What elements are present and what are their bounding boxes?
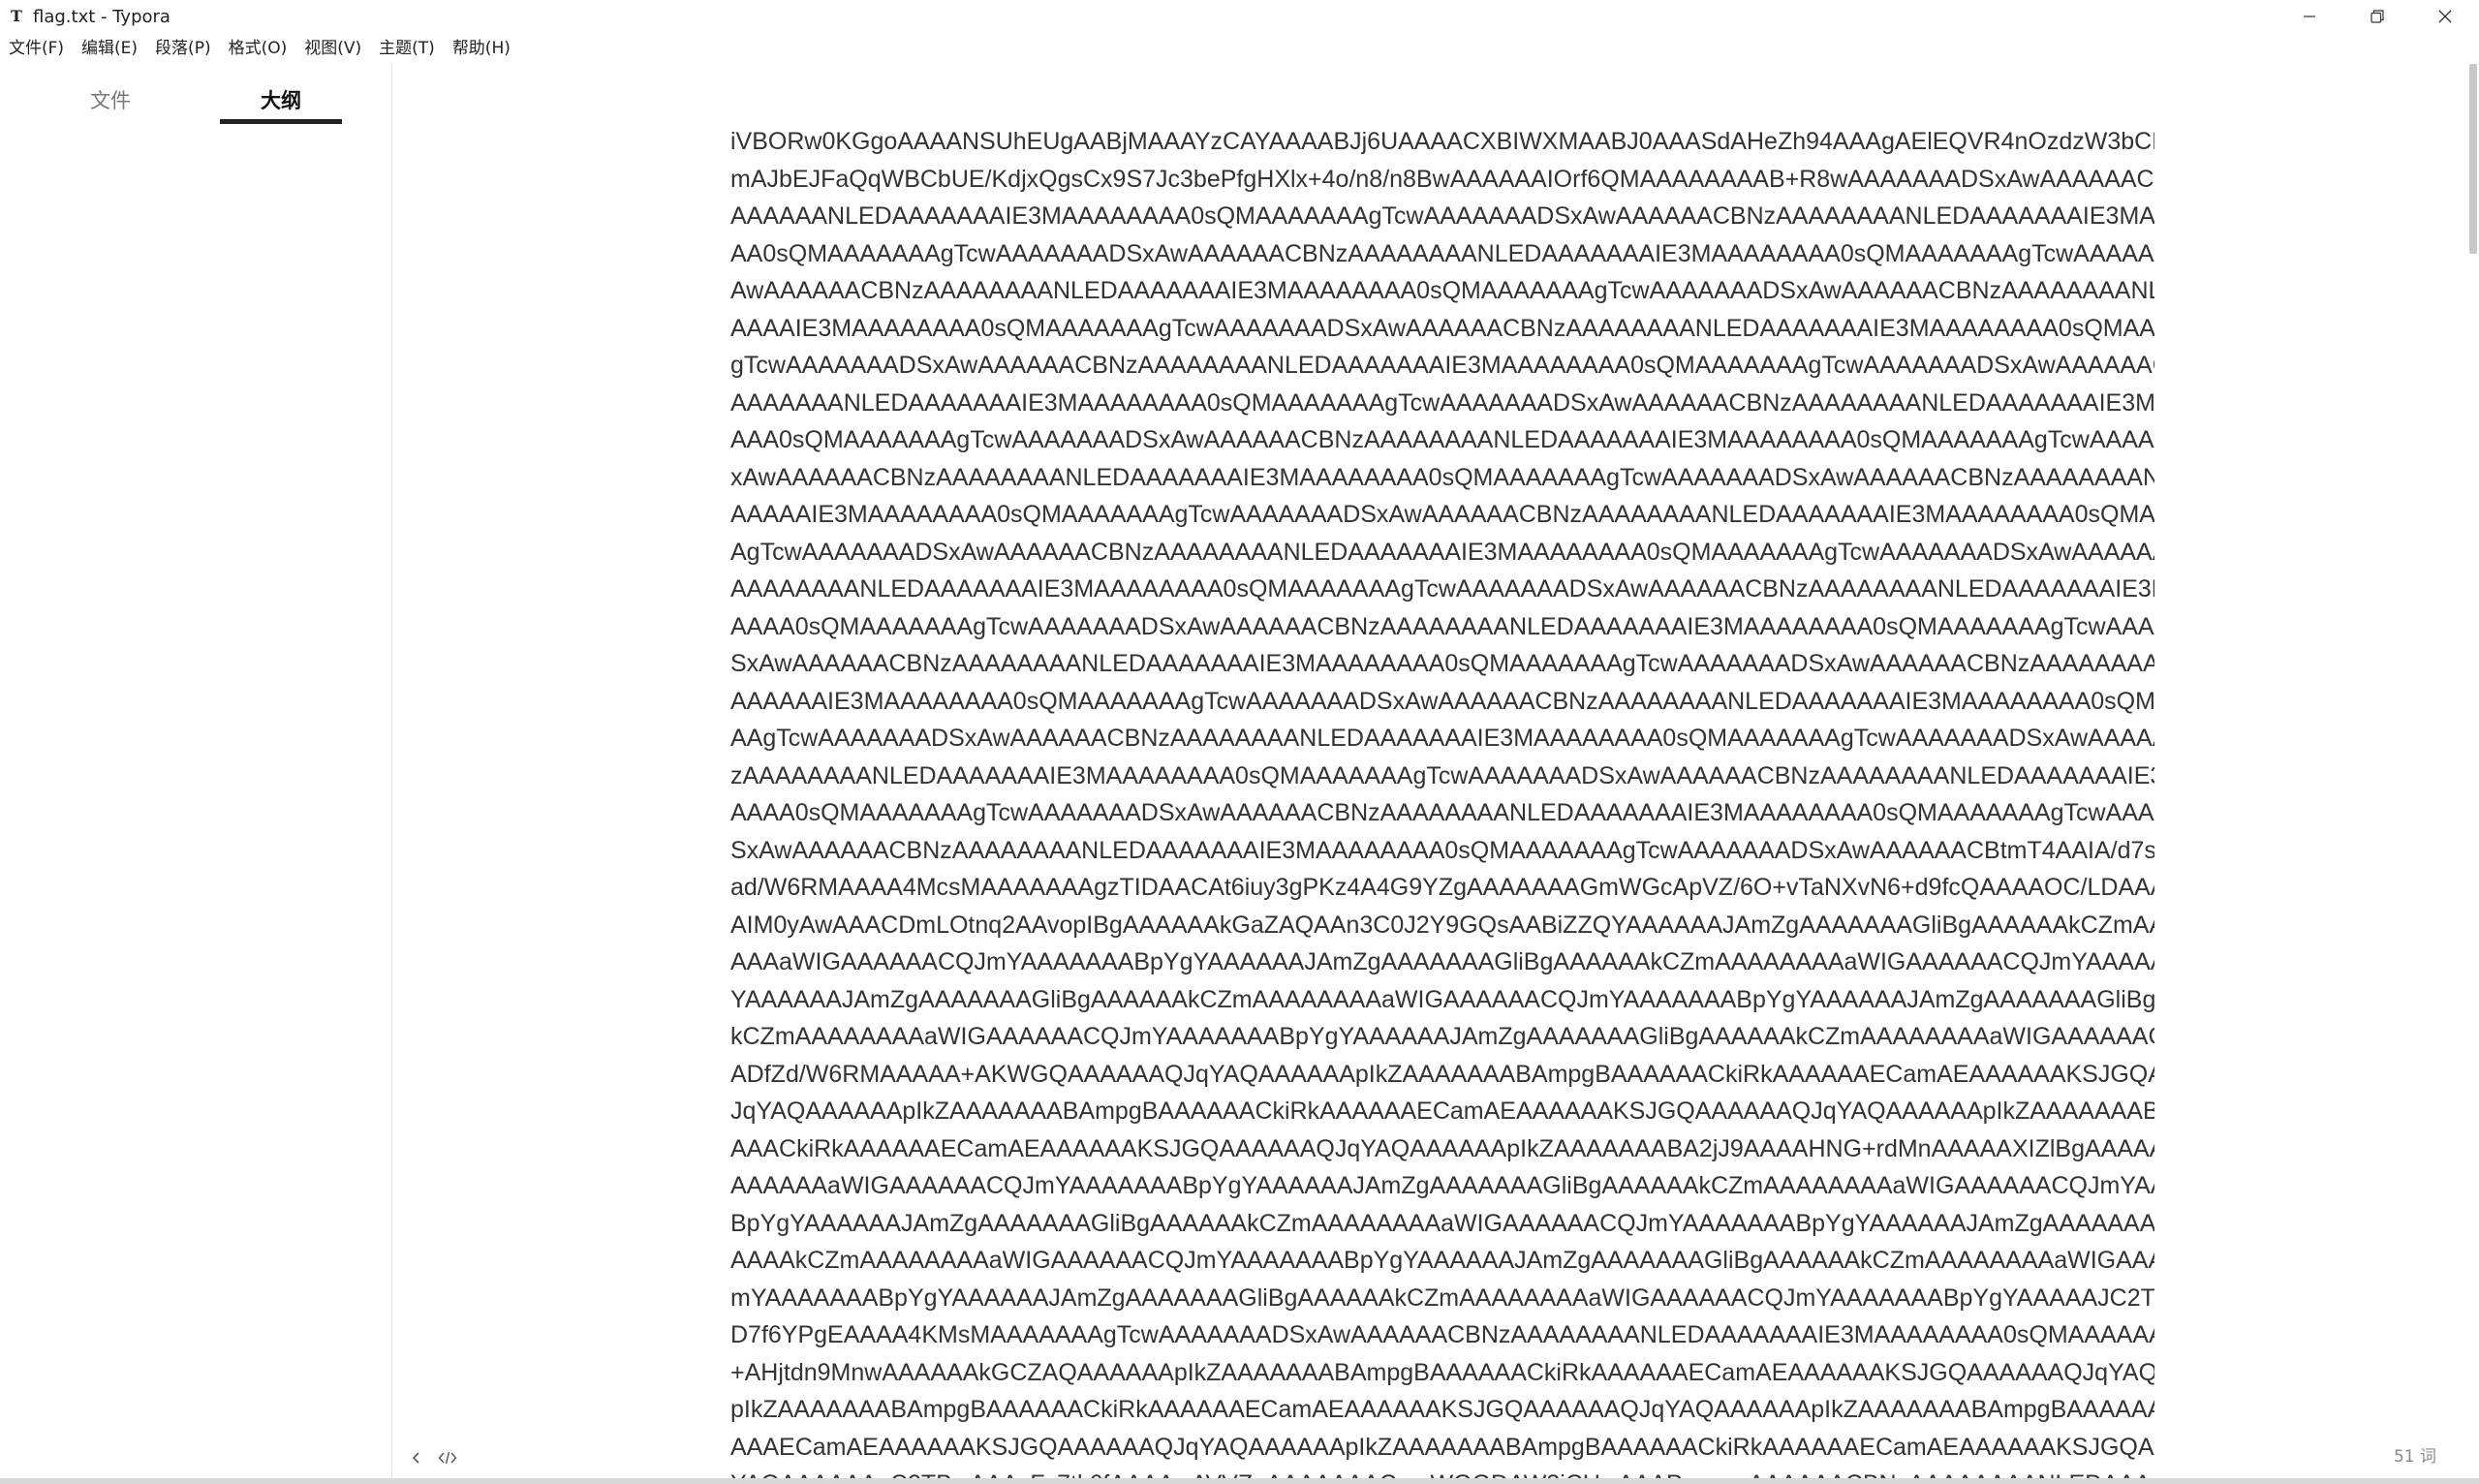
menu-view[interactable]: 视图(V) bbox=[299, 33, 367, 64]
document-line: AAAA0sQMAAAAAAAgTcwAAAAAAADSxAwAAAAAACBN… bbox=[730, 612, 2154, 640]
document-content[interactable]: iVBORw0KGgoAAAANSUhEUgAABjMAAAYzCAYAAAAB… bbox=[730, 123, 2154, 1484]
editor-scrollbar[interactable] bbox=[2465, 64, 2479, 1484]
document-line: BpYgYAAAAAAJAmZgAAAAAAAGliBgAAAAAAkCZmAA… bbox=[730, 1209, 2154, 1237]
document-line: AAgTcwAAAAAAADSxAwAAAAAACBNzAAAAAAAANLED… bbox=[730, 725, 2154, 752]
tab-files[interactable]: 文件 bbox=[49, 81, 171, 124]
close-icon bbox=[2438, 10, 2452, 23]
document-line: ad/W6RMAAAA4McsMAAAAAAAgzTIDAACAt6iuy3gP… bbox=[730, 874, 2154, 901]
document-line: D7f6YPgEAAAA4KMsMAAAAAAAgTcwAAAAAAADSxAw… bbox=[730, 1321, 2154, 1348]
tab-outline[interactable]: 大纲 bbox=[220, 81, 342, 124]
restore-button[interactable] bbox=[2343, 0, 2411, 33]
window-title: flag.txt - Typora bbox=[33, 6, 170, 27]
document-line: ADfZd/W6RMAAAAA+AKWGQAAAAAAQJqYAQAAAAAAp… bbox=[730, 1060, 2154, 1088]
status-bar: 51 词 bbox=[392, 1436, 2465, 1478]
chevron-left-icon bbox=[412, 1452, 419, 1464]
code-icon bbox=[438, 1451, 457, 1465]
menu-format[interactable]: 格式(O) bbox=[224, 33, 294, 64]
document-line: AAACkiRkAAAAAAECamAEAAAAAAKSJGQAAAAAAQJq… bbox=[730, 1134, 2154, 1162]
menu-file[interactable]: 文件(F) bbox=[4, 33, 70, 64]
document-line: AAAAAANLEDAAAAAAAIE3MAAAAAAAA0sQMAAAAAAA… bbox=[730, 202, 2154, 230]
title-bar: T flag.txt - Typora bbox=[0, 0, 2479, 33]
document-line: AAAAAAANLEDAAAAAAAIE3MAAAAAAAA0sQMAAAAAA… bbox=[730, 388, 2154, 417]
document-line: zAAAAAAAANLEDAAAAAAAIE3MAAAAAAAA0sQMAAAA… bbox=[730, 761, 2154, 789]
window-controls bbox=[2276, 0, 2479, 33]
document-line: iVBORw0KGgoAAAANSUhEUgAABjMAAAYzCAYAAAAB… bbox=[730, 128, 2154, 155]
document-line: xAwAAAAAACBNzAAAAAAAANLEDAAAAAAAIE3MAAAA… bbox=[730, 463, 2154, 491]
typora-window: T flag.txt - Typora 文件(F) 编辑(E) 段落(P) 格式… bbox=[0, 0, 2479, 1484]
document-line: AIM0yAwAAACDmLOtnq2AAvopIBgAAAAAAkGaZAQA… bbox=[730, 911, 2154, 939]
document-line: AAAAIE3MAAAAAAAA0sQMAAAAAAAgTcwAAAAAAADS… bbox=[730, 314, 2154, 342]
document-line: AAA0sQMAAAAAAAgTcwAAAAAAADSxAwAAAAAACBNz… bbox=[730, 426, 2154, 453]
document-line: gTcwAAAAAAADSxAwAAAAAACBNzAAAAAAAANLEDAA… bbox=[730, 352, 2154, 379]
menu-edit[interactable]: 编辑(E) bbox=[77, 33, 143, 64]
minimize-icon bbox=[2304, 15, 2315, 17]
toggle-sidebar-button[interactable] bbox=[402, 1443, 431, 1472]
menu-paragraph[interactable]: 段落(P) bbox=[150, 33, 217, 64]
close-button[interactable] bbox=[2411, 0, 2479, 33]
scrollbar-thumb[interactable] bbox=[2469, 64, 2477, 254]
restore-icon bbox=[2371, 10, 2384, 23]
document-line: pIkZAAAAAAABAmpgBAAAAAACkiRkAAAAAAECamAE… bbox=[730, 1396, 2154, 1423]
tab-outline-label: 大纲 bbox=[261, 89, 301, 112]
document-line: AAAAAAIE3MAAAAAAAA0sQMAAAAAAAgTcwAAAAAAA… bbox=[730, 687, 2154, 715]
document-line: AAAaWIGAAAAAACQJmYAAAAAAABpYgYAAAAAAJAmZ… bbox=[730, 948, 2154, 975]
menu-bar: 文件(F) 编辑(E) 段落(P) 格式(O) 视图(V) 主题(T) 帮助(H… bbox=[0, 33, 523, 64]
document-line: mYAAAAAAABpYgYAAAAAAJAmZgAAAAAAAGliBgAAA… bbox=[730, 1283, 2154, 1312]
document-line: +AHjtdn9MnwAAAAAAkGCZAQAAAAAApIkZAAAAAAA… bbox=[730, 1358, 2154, 1386]
menu-help[interactable]: 帮助(H) bbox=[448, 33, 516, 64]
sidebar-tabs: 文件 大纲 bbox=[0, 81, 391, 128]
document-line: JqYAQAAAAAApIkZAAAAAAABAmpgBAAAAAACkiRkA… bbox=[730, 1098, 2154, 1125]
sidebar: 文件 大纲 bbox=[0, 64, 392, 1484]
document-line: AAAA0sQMAAAAAAAgTcwAAAAAAADSxAwAAAAAACBN… bbox=[730, 799, 2154, 826]
document-line: AgTcwAAAAAAADSxAwAAAAAACBNzAAAAAAAANLEDA… bbox=[730, 538, 2154, 566]
document-line: AwAAAAAACBNzAAAAAAAANLEDAAAAAAAIE3MAAAAA… bbox=[730, 277, 2154, 304]
source-code-mode-button[interactable] bbox=[433, 1443, 462, 1472]
editor-area[interactable]: iVBORw0KGgoAAAANSUhEUgAABjMAAAYzCAYAAAAB… bbox=[392, 64, 2465, 1484]
minimize-button[interactable] bbox=[2276, 0, 2343, 33]
active-tab-indicator bbox=[220, 119, 342, 124]
word-count[interactable]: 51 词 bbox=[2394, 1445, 2436, 1469]
tab-files-label: 文件 bbox=[90, 89, 131, 112]
document-line: AAAAAAaWIGAAAAAACQJmYAAAAAAABpYgYAAAAAAJ… bbox=[730, 1172, 2154, 1199]
document-line: AAAAAIE3MAAAAAAAA0sQMAAAAAAAgTcwAAAAAAAD… bbox=[730, 501, 2154, 528]
menu-theme[interactable]: 主题(T) bbox=[374, 33, 441, 64]
document-line: YAAAAAAJAmZgAAAAAAAGliBgAAAAAAkCZmAAAAAA… bbox=[730, 985, 2154, 1013]
document-line: kCZmAAAAAAAAaWIGAAAAAACQJmYAAAAAAABpYgYA… bbox=[730, 1023, 2154, 1050]
window-bottom-border bbox=[0, 1478, 2479, 1484]
document-line: AAAAkCZmAAAAAAAAaWIGAAAAAACQJmYAAAAAAABp… bbox=[730, 1247, 2154, 1274]
typora-app-icon: T bbox=[11, 7, 22, 25]
document-line: AAAAAAAANLEDAAAAAAAIE3MAAAAAAAA0sQMAAAAA… bbox=[730, 575, 2154, 603]
document-line: AA0sQMAAAAAAAgTcwAAAAAAADSxAwAAAAAACBNzA… bbox=[730, 239, 2154, 267]
document-line: mAJbEJFaQqWBCbUE/KdjxQgsCx9S7Jc3bePfgHXl… bbox=[730, 165, 2154, 193]
document-line: SxAwAAAAAACBNzAAAAAAAANLEDAAAAAAAIE3MAAA… bbox=[730, 836, 2154, 864]
document-line: SxAwAAAAAACBNzAAAAAAAANLEDAAAAAAAIE3MAAA… bbox=[730, 650, 2154, 677]
